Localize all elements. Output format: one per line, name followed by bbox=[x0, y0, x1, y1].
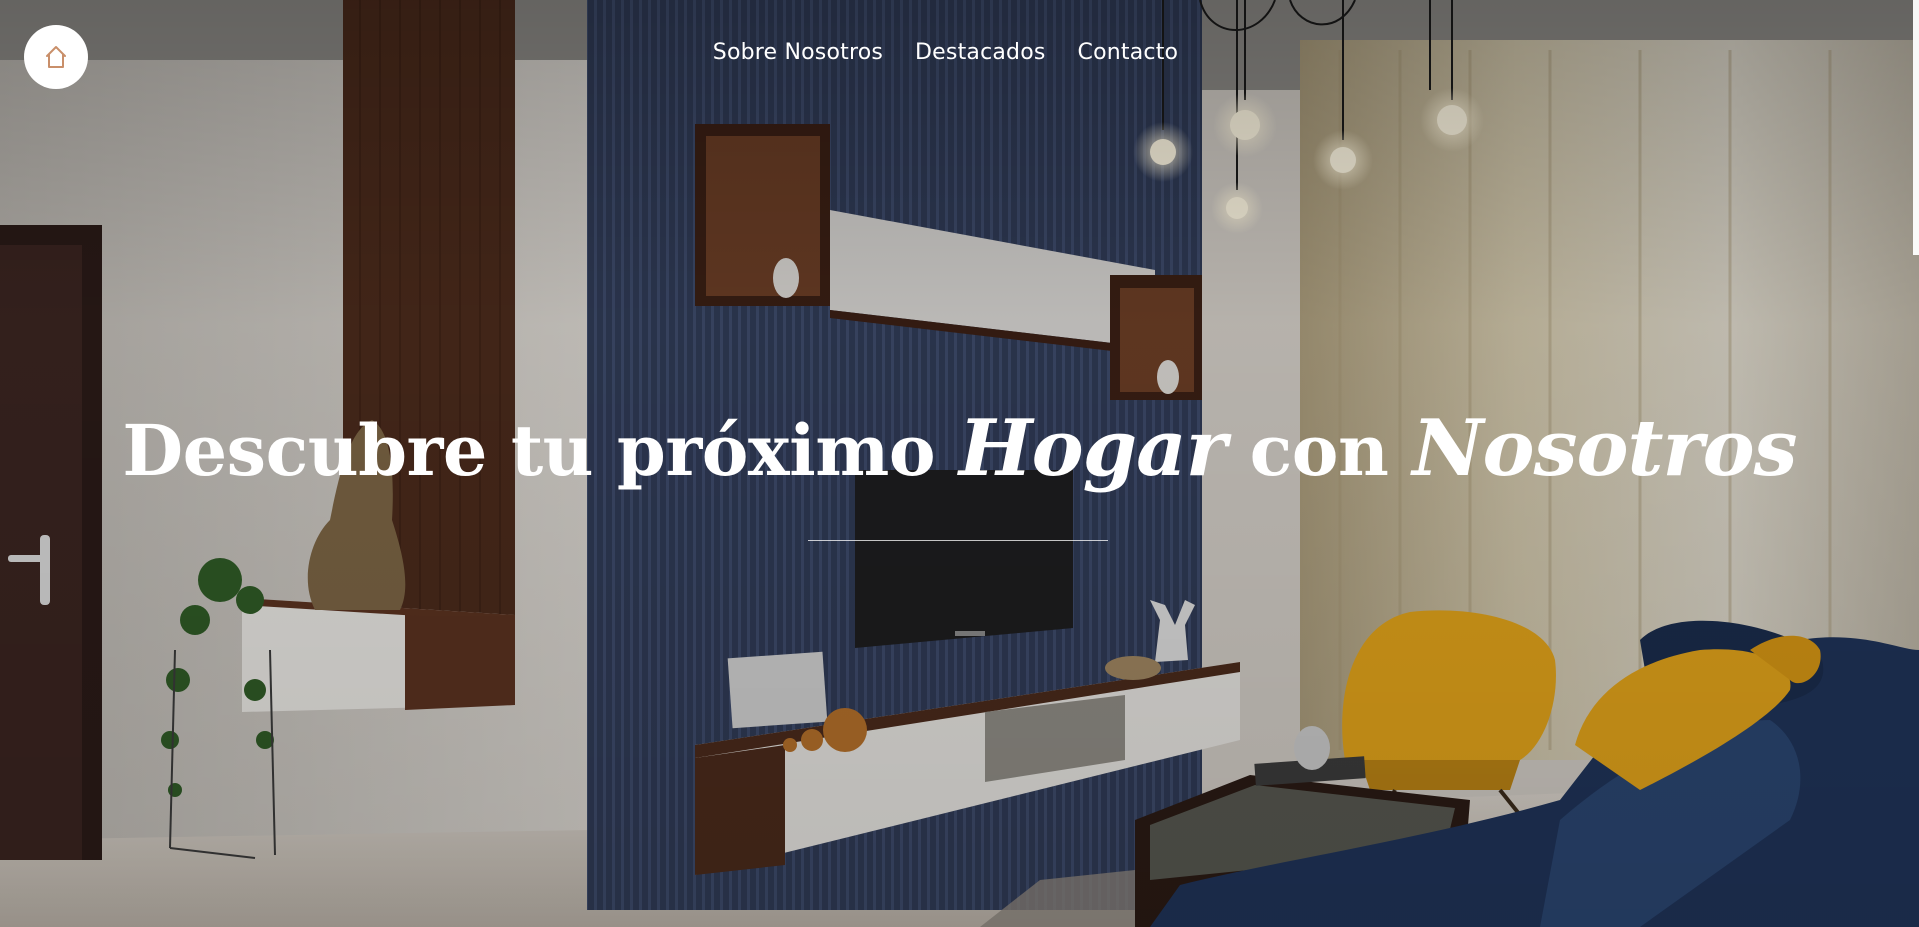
hero-title-part-1: Descubre tu próximo bbox=[122, 409, 959, 492]
hero-section: Sobre Nosotros Destacados Contacto Descu… bbox=[0, 0, 1919, 927]
hero-divider bbox=[808, 540, 1108, 541]
hero-title-part-2: con bbox=[1225, 409, 1413, 492]
hero-title: Descubre tu próximo Hogar con Nosotros bbox=[0, 402, 1919, 496]
nav-link-destacados[interactable]: Destacados bbox=[915, 40, 1046, 65]
scrollbar-thumb[interactable] bbox=[1913, 0, 1919, 255]
hero-title-script-hogar: Hogar bbox=[958, 403, 1227, 494]
hero-title-script-nosotros: Nosotros bbox=[1412, 403, 1797, 494]
nav-link-contacto[interactable]: Contacto bbox=[1078, 40, 1179, 65]
main-navigation: Sobre Nosotros Destacados Contacto bbox=[0, 40, 1919, 65]
nav-link-sobre-nosotros[interactable]: Sobre Nosotros bbox=[713, 40, 883, 65]
